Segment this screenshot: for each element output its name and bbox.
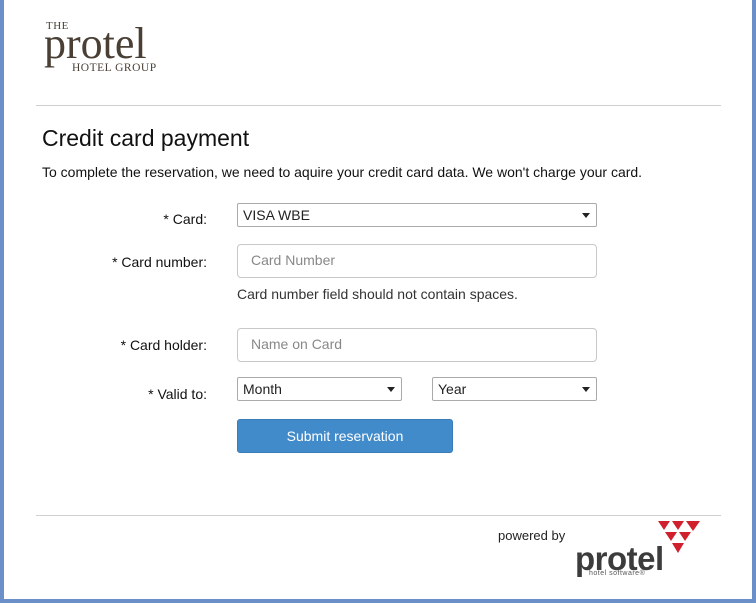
chevron-down-icon [582,387,590,392]
protel-footer-tagline: hotel software® [589,570,646,577]
card-type-value: VISA WBE [243,207,310,223]
logo-brand-text: protel [44,19,147,68]
valid-to-label: * Valid to: [148,386,207,402]
year-select[interactable]: Year [432,377,597,401]
footer-divider [36,515,721,516]
card-number-label: * Card number: [112,254,207,270]
intro-text: To complete the reservation, we need to … [42,164,643,180]
chevron-down-icon [582,213,590,218]
card-label: * Card: [163,211,207,227]
card-holder-placeholder: Name on Card [251,336,343,352]
chevron-down-icon [387,387,395,392]
submit-reservation-button[interactable]: Submit reservation [237,419,453,453]
page-title: Credit card payment [42,125,250,151]
card-holder-label: * Card holder: [120,337,207,353]
card-holder-input[interactable]: Name on Card [237,328,597,362]
header-divider [36,105,721,106]
year-value: Year [438,381,467,397]
powered-by-text: powered by [498,528,566,543]
card-type-select[interactable]: VISA WBE [237,203,597,227]
month-value: Month [243,381,282,397]
month-select[interactable]: Month [237,377,402,401]
protel-triangles-icon [658,521,700,553]
logo-group-text: HOTEL GROUP [72,62,157,74]
card-number-placeholder: Card Number [251,252,336,268]
card-number-input[interactable]: Card Number [237,244,597,278]
card-number-hint: Card number field should not contain spa… [237,286,518,302]
